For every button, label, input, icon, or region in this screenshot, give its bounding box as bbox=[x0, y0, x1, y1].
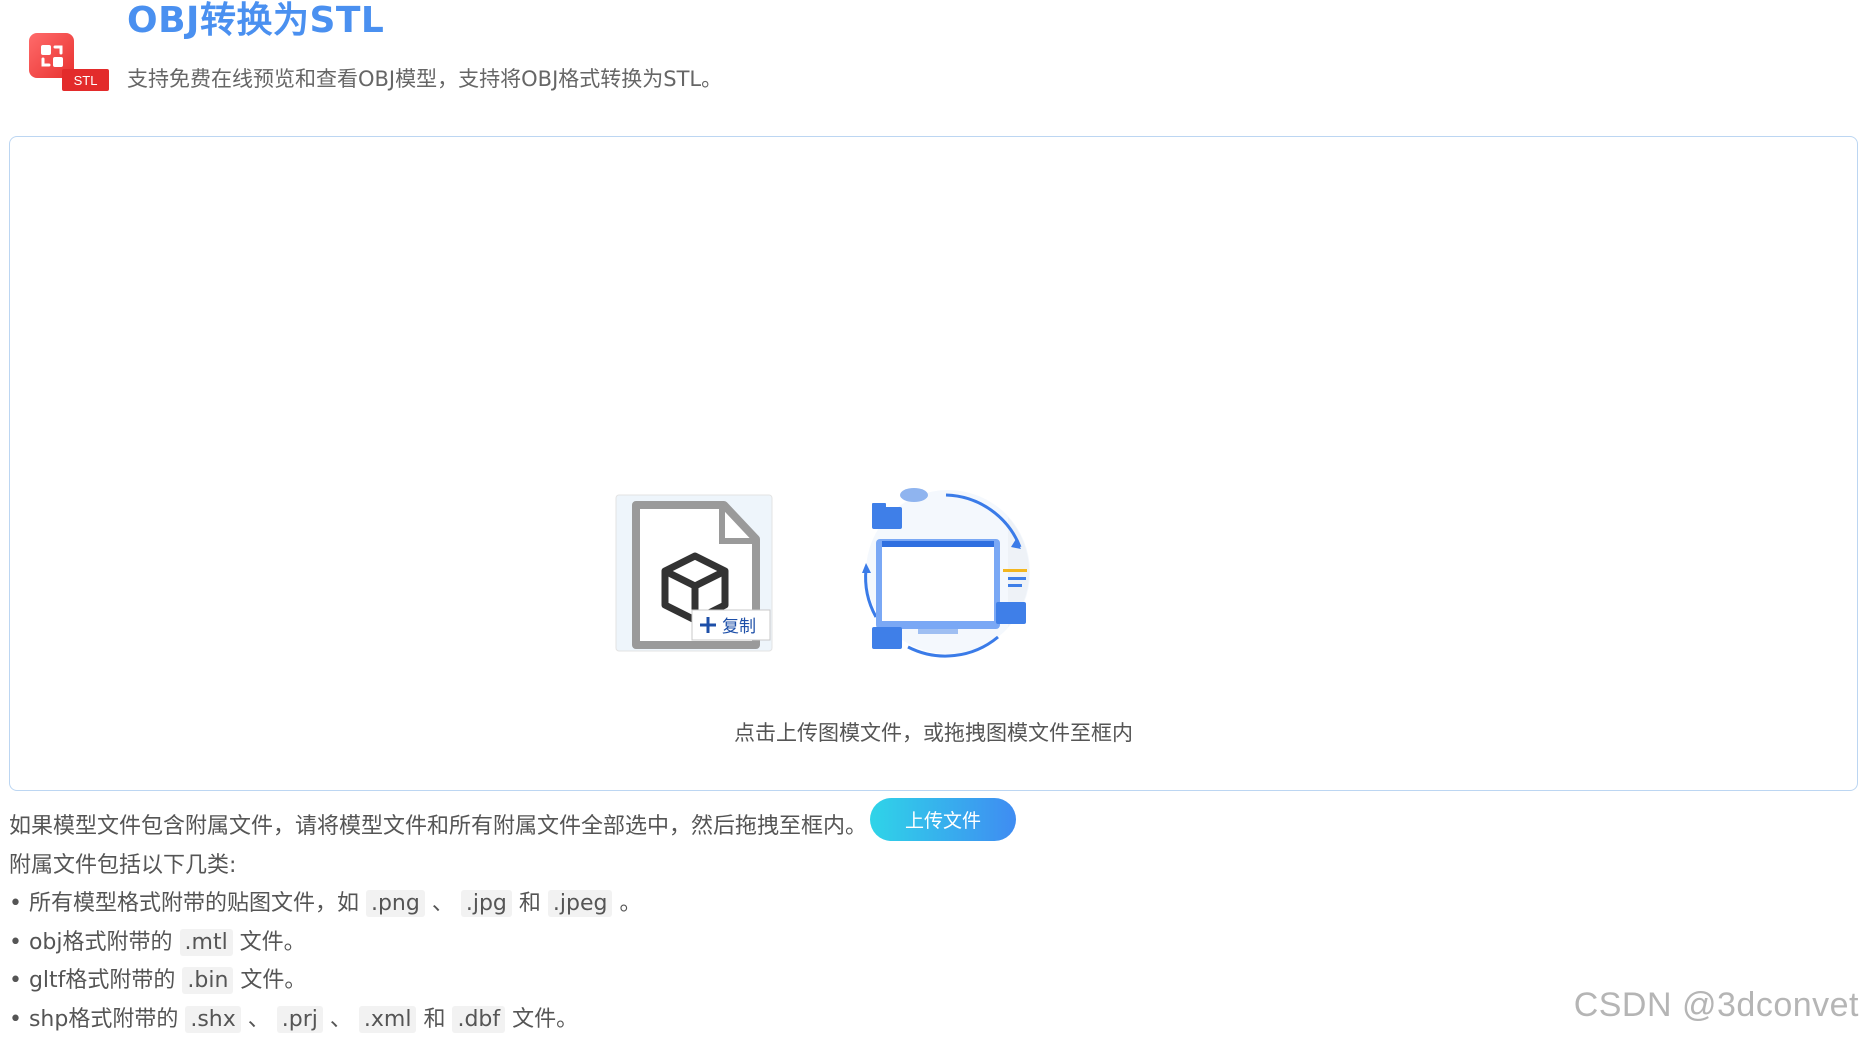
item-text: • gltf格式附带的 bbox=[9, 968, 183, 993]
item-sep: 和 bbox=[511, 891, 548, 916]
ext-code: .png bbox=[365, 890, 425, 917]
ext-code: .bin bbox=[182, 967, 234, 994]
item-text: • 所有模型格式附带的贴图文件，如 bbox=[9, 891, 366, 916]
attachment-notes: 如果模型文件包含附属文件，请将模型文件和所有附属文件全部选中，然后拖拽至框内。 … bbox=[9, 808, 1409, 1038]
stl-badge: STL bbox=[62, 69, 109, 91]
ext-code: .xml bbox=[358, 1005, 417, 1033]
model-file-copy-icon: 复制 bbox=[614, 493, 774, 653]
file-drop-zone[interactable]: 复制 点击上传图模文件，或拖拽图模文件至框内 上传文件 bbox=[9, 136, 1858, 841]
page-title: OBJ转换为STL bbox=[127, 0, 385, 41]
app-logo: STL bbox=[29, 33, 109, 91]
notes-line-1: 如果模型文件包含附属文件，请将模型文件和所有附属文件全部选中，然后拖拽至框内。 bbox=[9, 814, 868, 839]
item-text: • shp格式附带的 bbox=[9, 1006, 186, 1032]
page-subtitle: 支持免费在线预览和查看OBJ模型，支持将OBJ格式转换为STL。 bbox=[127, 67, 723, 91]
ext-code: .dbf bbox=[452, 1005, 506, 1033]
notes-line-2: 附属文件包括以下几类: bbox=[9, 852, 237, 878]
ext-code: .shx bbox=[185, 1005, 241, 1033]
item-sep: 、 bbox=[322, 1006, 359, 1032]
item-sep: 和 bbox=[416, 1006, 453, 1032]
ext-code: .jpg bbox=[460, 890, 512, 917]
notes-item-shp: • shp格式附带的 .shx 、 .prj 、 .xml 和 .dbf 文件。 bbox=[9, 1001, 1409, 1038]
item-text: • obj格式附带的 bbox=[9, 929, 180, 955]
drop-hint-text: 点击上传图模文件，或拖拽图模文件至框内 bbox=[734, 721, 1133, 745]
item-text: 文件。 bbox=[232, 929, 306, 955]
notes-item-obj: • obj格式附带的 .mtl 文件。 bbox=[9, 924, 1409, 963]
ext-code: .prj bbox=[276, 1005, 323, 1033]
ext-code: .mtl bbox=[179, 928, 233, 956]
item-sep: 、 bbox=[240, 1006, 277, 1032]
notes-item-gltf: • gltf格式附带的 .bin 文件。 bbox=[9, 962, 1409, 1001]
page-header: STL OBJ转换为STL 支持免费在线预览和查看OBJ模型，支持将OBJ格式转… bbox=[0, 0, 1861, 120]
copy-badge-label: 复制 bbox=[722, 617, 756, 637]
notes-item-textures: • 所有模型格式附带的贴图文件，如 .png 、 .jpg 和 .jpeg 。 bbox=[9, 885, 1409, 924]
item-text: 文件。 bbox=[505, 1006, 579, 1032]
upload-computer-icon bbox=[848, 477, 1038, 667]
item-sep: 、 bbox=[424, 891, 461, 916]
item-text: 。 bbox=[612, 891, 642, 916]
item-text: 文件。 bbox=[233, 968, 307, 993]
ext-code: .jpeg bbox=[547, 890, 613, 917]
csdn-watermark: CSDN @3dconvet bbox=[1573, 986, 1859, 1024]
